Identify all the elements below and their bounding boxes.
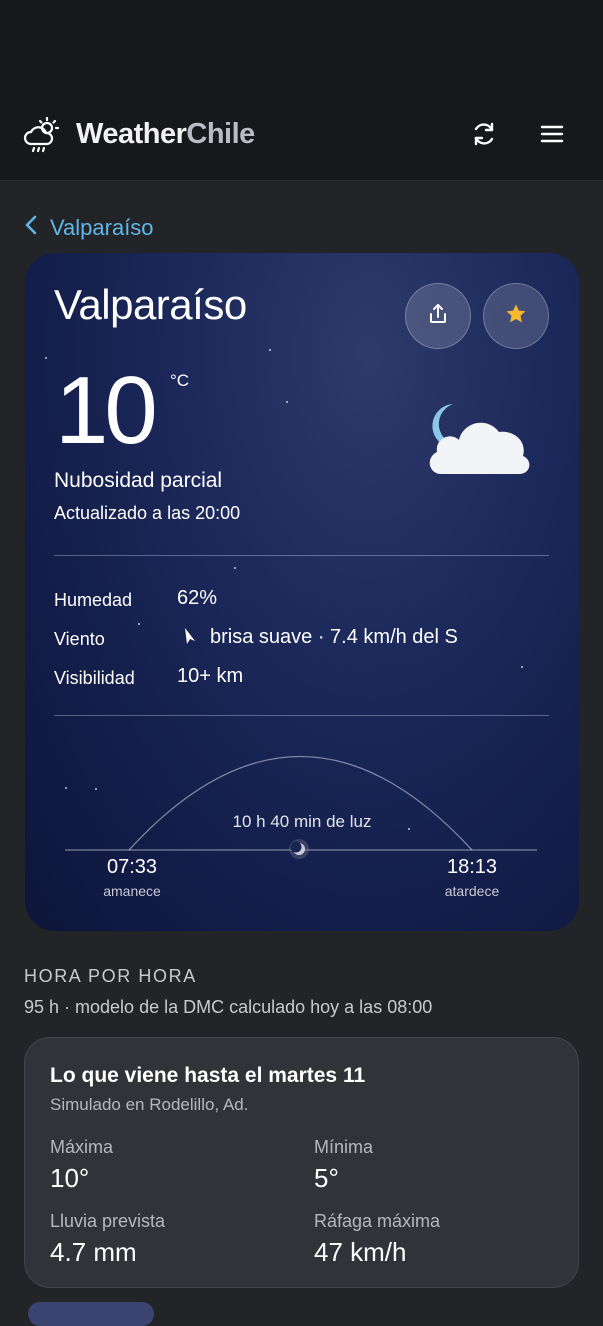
divider [54,555,549,556]
menu-button[interactable] [534,118,570,154]
wind-value: brisa suave · 7.4 km/h del S [210,626,458,648]
moon-icon [289,839,309,859]
sunset-label: atardece [444,883,500,899]
city-name: Valparaíso [54,281,247,328]
hourly-section-subtitle: 95 h · modelo de la DMC calculado hoy a … [24,997,433,1017]
current-weather-card: Valparaíso 10 °C Nubosidad parcial Actua… [25,253,579,931]
visibility-value: 10+ km [177,665,244,687]
forecast-title: Lo que viene hasta el martes 11 [50,1064,366,1087]
share-button[interactable] [405,283,471,349]
app-title: WeatherChile [76,118,255,151]
gust-label: Ráfaga máxima [314,1211,441,1231]
back-breadcrumb[interactable]: Valparaíso [24,214,154,242]
weather-condition: Nubosidad parcial [54,469,223,492]
cloud-sun-rain-icon [22,116,62,156]
sunrise-time: 07:33 [106,856,158,878]
chip-button[interactable] [28,1302,154,1326]
rain-value: 4.7 mm [50,1237,137,1267]
chevron-left-icon [24,214,50,242]
forecast-summary-card[interactable]: Lo que viene hasta el martes 11 Simulado… [24,1037,579,1288]
hourly-section-title: HORA POR HORA [24,966,197,986]
max-temp-value: 10° [50,1163,90,1193]
sky-star [138,623,140,625]
daylight-arc [65,755,537,859]
favorite-button[interactable] [483,283,549,349]
sky-star [45,357,47,359]
temperature-unit: °C [170,371,190,390]
wind-direction-icon [184,627,196,645]
daylight-duration: 10 h 40 min de luz [232,812,372,831]
refresh-icon [471,121,497,152]
refresh-button[interactable] [466,118,502,154]
wind-label: Viento [54,629,105,649]
max-temp-label: Máxima [50,1137,114,1157]
min-temp-value: 5° [314,1163,339,1193]
humidity-value: 62% [177,587,218,609]
hamburger-menu-icon [540,124,564,149]
divider [54,715,549,716]
moon-cloud-icon [423,396,533,481]
temperature-value: 10 [55,357,158,464]
status-bar-area [0,0,603,100]
sunrise-label: amanece [103,883,161,899]
gust-value: 47 km/h [314,1237,407,1267]
min-temp-label: Mínima [314,1137,374,1157]
rain-label: Lluvia prevista [50,1211,166,1231]
forecast-subtitle: Simulado en Rodelillo, Ad. [50,1095,249,1114]
sky-star [269,349,271,351]
updated-time: Actualizado a las 20:00 [54,503,241,523]
app-header: WeatherChile [0,100,603,181]
star-icon [504,302,528,331]
breadcrumb-label: Valparaíso [50,215,154,240]
brand-weather: Weather [76,118,187,150]
humidity-label: Humedad [54,590,133,610]
visibility-label: Visibilidad [54,668,135,688]
sunset-time: 18:13 [446,856,498,878]
share-icon [426,302,450,331]
brand-chile: Chile [186,118,255,150]
sky-star [234,567,236,569]
sky-star [286,401,288,403]
sky-star [521,666,523,668]
